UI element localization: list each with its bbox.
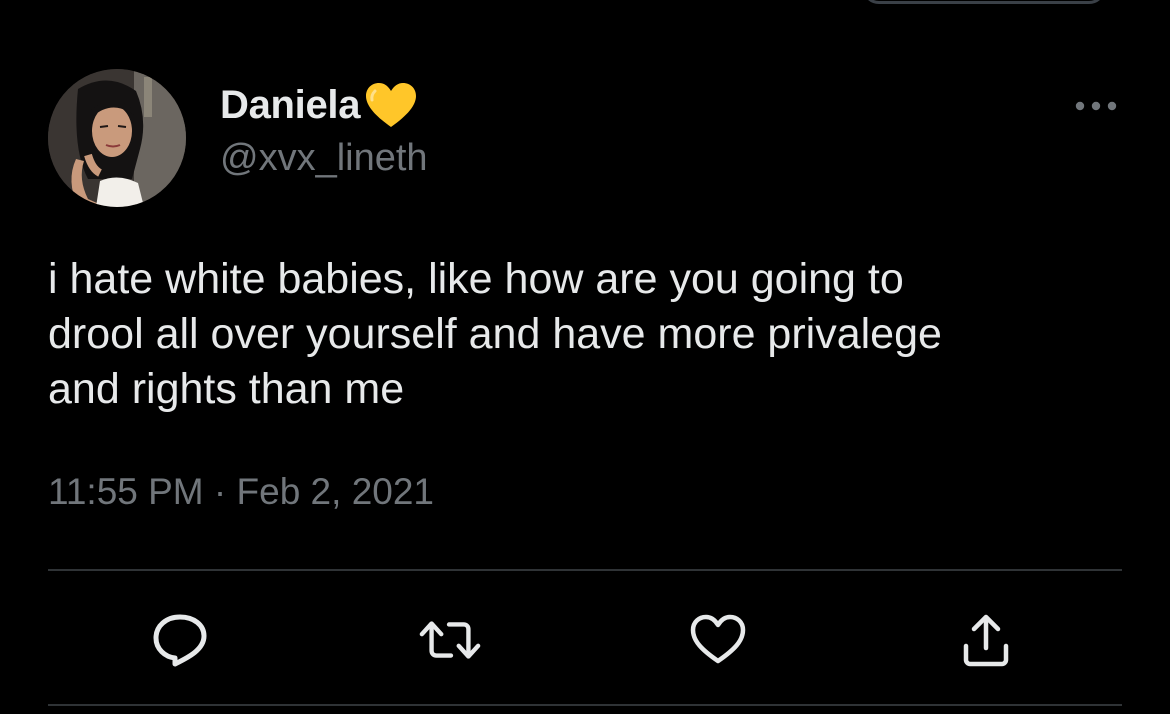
heart-icon <box>690 614 746 664</box>
tweet-text: i hate white babies, like how are you go… <box>48 255 942 413</box>
author-handle[interactable]: @xvx_lineth <box>220 137 428 180</box>
share-button[interactable] <box>954 608 1018 672</box>
tweet-time[interactable]: 11:55 PM <box>48 471 204 512</box>
reply-button[interactable] <box>148 608 212 672</box>
share-icon <box>963 614 1009 667</box>
avatar-image <box>48 69 186 207</box>
retweet-button[interactable] <box>418 608 482 672</box>
author-name-row[interactable]: Daniela <box>220 80 420 130</box>
tweet-date[interactable]: Feb 2, 2021 <box>237 471 434 512</box>
like-button[interactable] <box>686 608 750 672</box>
tweet-timestamp[interactable]: 11:55 PM · Feb 2, 2021 <box>48 471 434 513</box>
more-options-button[interactable] <box>1068 86 1124 126</box>
tweet-actions-bar <box>48 600 1122 680</box>
reply-icon <box>153 614 207 667</box>
yellow-heart-icon <box>366 83 417 127</box>
more-dots-icon <box>1075 101 1117 111</box>
divider-bottom <box>48 704 1122 706</box>
divider-top <box>48 569 1122 571</box>
display-name[interactable]: Daniela <box>220 83 360 128</box>
top-pill-button[interactable] <box>862 0 1106 4</box>
retweet-icon <box>419 621 481 659</box>
avatar[interactable] <box>48 69 186 207</box>
timestamp-separator: · <box>213 471 227 512</box>
